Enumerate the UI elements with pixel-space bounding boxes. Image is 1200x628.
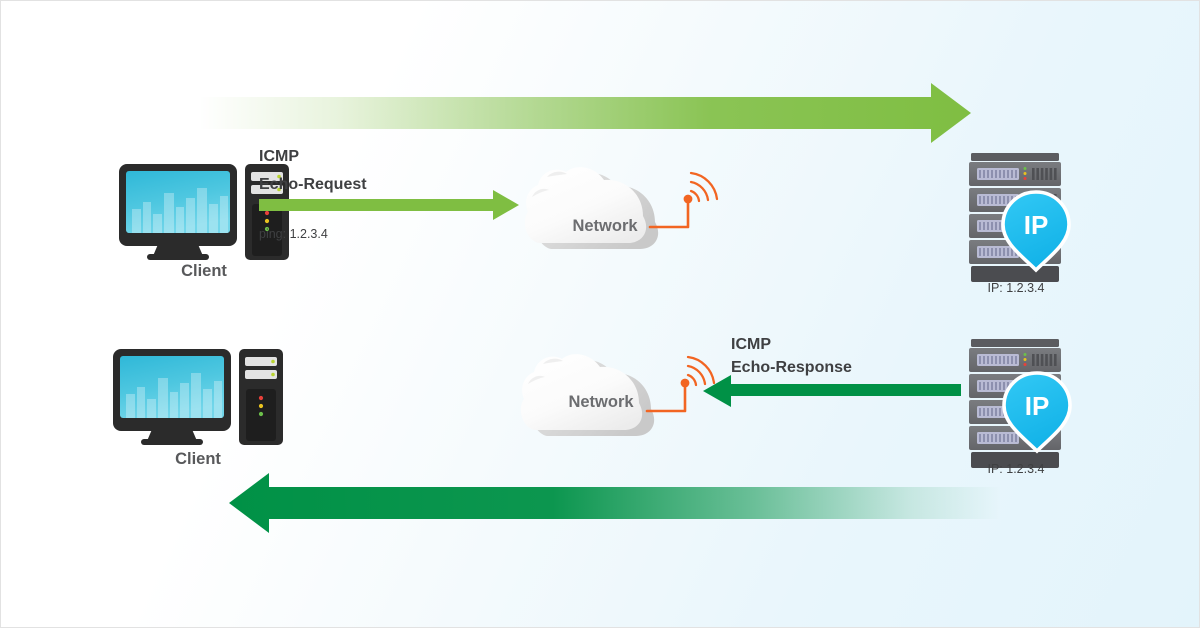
client-label-request: Client: [181, 262, 227, 280]
flow-arrow-response: [703, 375, 961, 407]
banner-arrow-request: [199, 83, 971, 143]
client-computer-icon-response: [113, 349, 283, 445]
cloud-label-response: Network: [568, 393, 634, 411]
diagram-canvas: IP IP ICMP Echo-Request ping: 1.2.3.4 Cl…: [0, 0, 1200, 628]
connection-lines-request: [719, 189, 959, 215]
ping-command-label: ping: 1.2.3.4: [259, 227, 328, 241]
banner-arrow-response: [229, 473, 1001, 533]
diagram-graphics: IP IP: [113, 83, 1072, 533]
ip-pin-text-request: IP: [1024, 210, 1049, 240]
connection-lines-response: [269, 375, 513, 401]
server-ip-label-response: IP: 1.2.3.4: [987, 462, 1045, 476]
client-label-response: Client: [175, 450, 221, 468]
ip-pin-text-response: IP: [1025, 391, 1050, 421]
protocol-label-response-line1: ICMP: [731, 336, 771, 353]
cloud-label-request: Network: [572, 217, 638, 235]
protocol-label-response-line2: Echo-Response: [731, 359, 852, 376]
protocol-label-request-line1: ICMP: [259, 148, 299, 165]
server-ip-label-request: IP: 1.2.3.4: [987, 281, 1045, 295]
protocol-label-request-line2: Echo-Request: [259, 176, 367, 193]
